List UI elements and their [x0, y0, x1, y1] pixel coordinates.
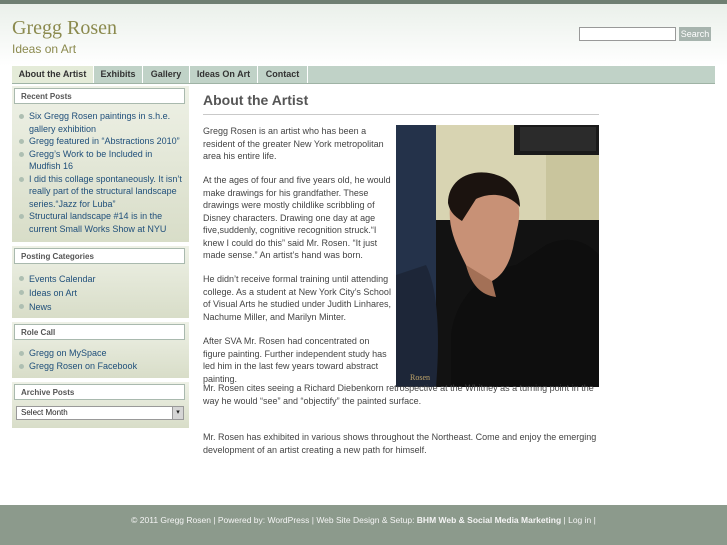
- archive-posts-title: Archive Posts: [14, 384, 185, 400]
- role-call-item[interactable]: Gregg Rosen on Facebook: [16, 360, 186, 373]
- categories-list: Events Calendar Ideas on Art News: [16, 272, 186, 314]
- posting-categories-title: Posting Categories: [14, 248, 185, 264]
- paragraph: Mr. Rosen has exhibited in various shows…: [203, 432, 597, 455]
- site-header: Gregg Rosen Ideas on Art Search: [0, 4, 727, 66]
- page: Gregg Rosen Ideas on Art Search About th…: [0, 0, 727, 505]
- paragraph: He didn’t receive formal training until …: [203, 274, 391, 322]
- main-nav: About the Artist Exhibits Gallery Ideas …: [12, 66, 715, 84]
- role-call-item[interactable]: Gregg on MySpace: [16, 347, 186, 360]
- archive-month-select[interactable]: Select Month ▾: [16, 406, 184, 420]
- portrait-painting: Rosen: [396, 125, 599, 387]
- category-item[interactable]: Events Calendar: [16, 272, 186, 286]
- paragraph: Mr. Rosen cites seeing a Richard Diebenk…: [203, 383, 594, 406]
- paragraph: After SVA Mr. Rosen had concentrated on …: [203, 336, 387, 384]
- site-tagline: Ideas on Art: [12, 42, 77, 56]
- nav-ideas-on-art[interactable]: Ideas On Art: [190, 66, 258, 83]
- recent-post-item[interactable]: Gregg’s Work to be Included in Mudfish 1…: [16, 148, 186, 173]
- recent-post-item[interactable]: I did this collage spontaneously. It isn…: [16, 173, 186, 211]
- archive-posts-widget: Archive Posts Select Month ▾: [12, 382, 189, 428]
- paragraph: At the ages of four and five years old, …: [203, 175, 391, 260]
- search-input[interactable]: [579, 27, 676, 41]
- search-button[interactable]: Search: [679, 27, 711, 41]
- page-title: About the Artist: [203, 92, 599, 115]
- recent-posts-list: Six Gregg Rosen paintings in s.h.e. gall…: [16, 110, 186, 235]
- footer-login-link[interactable]: | Log in |: [561, 515, 596, 525]
- nav-about-the-artist[interactable]: About the Artist: [12, 66, 94, 83]
- role-call-list: Gregg on MySpace Gregg Rosen on Facebook: [16, 347, 186, 372]
- recent-posts-widget: Recent Posts Six Gregg Rosen paintings i…: [12, 86, 189, 242]
- recent-post-item[interactable]: Structural landscape #14 is in the curre…: [16, 210, 186, 235]
- chevron-down-icon[interactable]: ▾: [172, 407, 183, 419]
- category-item[interactable]: News: [16, 300, 186, 314]
- footer-copyright: © 2011 Gregg Rosen | Powered by: WordPre…: [131, 515, 417, 525]
- recent-post-item[interactable]: Six Gregg Rosen paintings in s.h.e. gall…: [16, 110, 186, 135]
- footer-designer-link[interactable]: BHM Web & Social Media Marketing: [417, 515, 561, 525]
- image-signature: Rosen: [410, 373, 430, 382]
- archive-select-value: Select Month: [21, 408, 68, 417]
- site-footer: © 2011 Gregg Rosen | Powered by: WordPre…: [0, 505, 727, 545]
- recent-post-item[interactable]: Gregg featured in “Abstractions 2010”: [16, 135, 186, 148]
- role-call-widget: Role Call Gregg on MySpace Gregg Rosen o…: [12, 322, 189, 378]
- footer-text: © 2011 Gregg Rosen | Powered by: WordPre…: [0, 515, 727, 525]
- paragraph: Gregg Rosen is an artist who has been a …: [203, 126, 384, 161]
- artist-portrait-image: Rosen: [396, 125, 599, 387]
- recent-posts-title: Recent Posts: [14, 88, 185, 104]
- nav-gallery[interactable]: Gallery: [143, 66, 190, 83]
- role-call-title: Role Call: [14, 324, 185, 340]
- posting-categories-widget: Posting Categories Events Calendar Ideas…: [12, 246, 189, 318]
- nav-contact[interactable]: Contact: [258, 66, 308, 83]
- site-title[interactable]: Gregg Rosen: [12, 17, 117, 40]
- nav-exhibits[interactable]: Exhibits: [94, 66, 143, 83]
- category-item[interactable]: Ideas on Art: [16, 286, 186, 300]
